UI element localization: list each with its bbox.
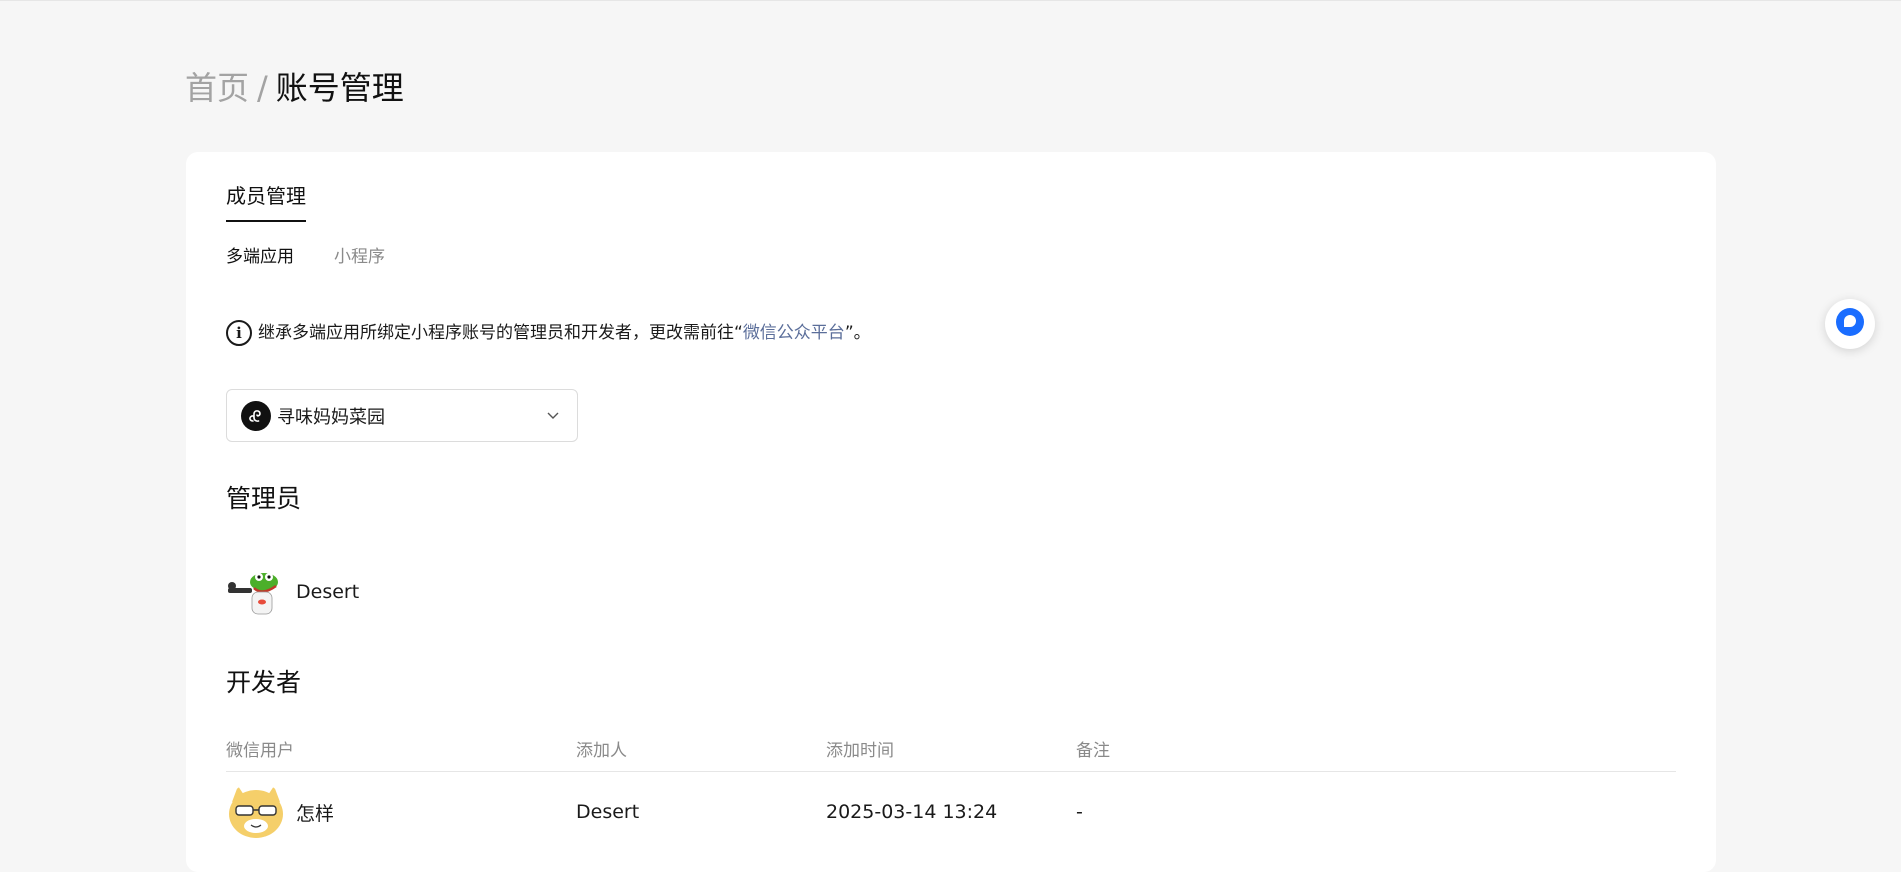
user-cell: 怎样 bbox=[226, 782, 576, 842]
top-divider bbox=[0, 0, 1901, 1]
admin-item: Desert bbox=[226, 562, 359, 622]
mini-program-select[interactable]: 寻味妈妈菜园 bbox=[226, 389, 578, 442]
breadcrumb-home[interactable]: 首页 bbox=[185, 69, 249, 107]
chat-bubble-icon bbox=[1835, 307, 1865, 341]
notice-text-prefix: 继承多端应用所绑定小程序账号的管理员和开发者，更改需前往“ bbox=[258, 323, 743, 343]
mini-program-logo-icon bbox=[241, 400, 271, 431]
developers-table: 微信用户 添加人 添加时间 备注 怎样 Desert 2025-03-14 13… bbox=[226, 730, 1676, 852]
tab-member-management[interactable]: 成员管理 bbox=[226, 182, 306, 222]
added-by-cell: Desert bbox=[576, 801, 640, 823]
info-icon: i bbox=[226, 320, 252, 346]
chevron-down-icon bbox=[545, 407, 561, 427]
breadcrumb: 首页 / 账号管理 bbox=[185, 68, 404, 108]
subtab-mini-program[interactable]: 小程序 bbox=[334, 245, 385, 269]
notice-text-suffix: ”。 bbox=[844, 323, 871, 343]
main-card: 成员管理 多端应用 小程序 i 继承多端应用所绑定小程序账号的管理员和开发者，更… bbox=[186, 152, 1716, 872]
developers-title: 开发者 bbox=[226, 668, 302, 697]
developer-name: 怎样 bbox=[296, 802, 335, 825]
floating-chat-button[interactable] bbox=[1825, 299, 1875, 349]
column-header-added-time: 添加时间 bbox=[826, 741, 894, 761]
subtab-multi-app[interactable]: 多端应用 bbox=[226, 245, 294, 269]
note-cell: - bbox=[1076, 801, 1083, 823]
wechat-platform-link[interactable]: 微信公众平台 bbox=[743, 323, 845, 343]
table-header: 微信用户 添加人 添加时间 备注 bbox=[226, 730, 1676, 772]
breadcrumb-current: 账号管理 bbox=[275, 69, 404, 107]
avatar bbox=[226, 782, 286, 842]
column-header-added-by: 添加人 bbox=[576, 741, 627, 761]
column-header-note: 备注 bbox=[1076, 741, 1110, 761]
breadcrumb-separator: / bbox=[257, 69, 268, 107]
notice-banner: i 继承多端应用所绑定小程序账号的管理员和开发者，更改需前往“微信公众平台”。 bbox=[226, 320, 871, 346]
column-header-user: 微信用户 bbox=[226, 741, 294, 761]
select-value: 寻味妈妈菜园 bbox=[277, 406, 385, 428]
sub-tabs: 多端应用 小程序 bbox=[226, 245, 385, 269]
admins-title: 管理员 bbox=[226, 484, 302, 513]
avatar bbox=[226, 562, 286, 622]
admin-name: Desert bbox=[296, 581, 360, 603]
table-row: 怎样 Desert 2025-03-14 13:24 - bbox=[226, 772, 1676, 852]
added-time-cell: 2025-03-14 13:24 bbox=[826, 801, 998, 823]
